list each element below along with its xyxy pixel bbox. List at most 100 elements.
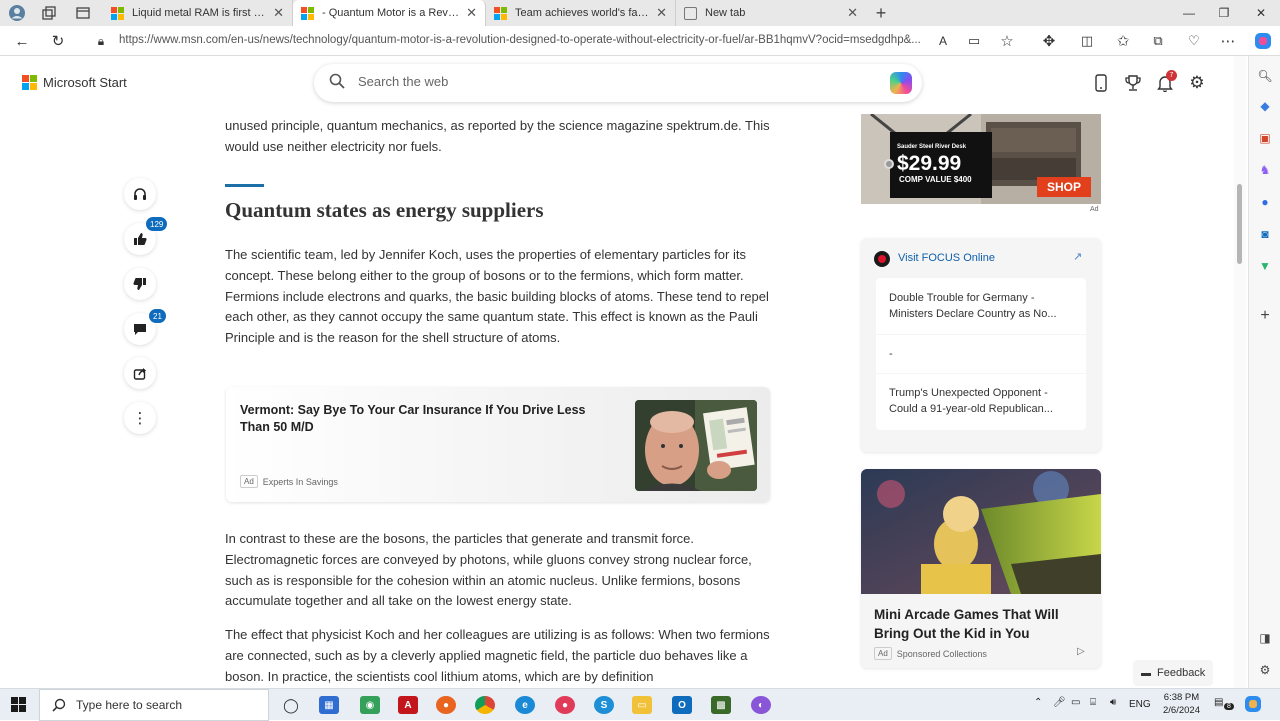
- immersive-reader-icon[interactable]: ▭: [963, 31, 985, 51]
- hide-sidebar-icon[interactable]: ◨: [1255, 628, 1275, 648]
- focus-headline[interactable]: Trump's Unexpected Opponent - Could a 91…: [876, 374, 1086, 430]
- chrome-icon[interactable]: [475, 696, 495, 714]
- extensions-icon[interactable]: ✥: [1038, 31, 1060, 51]
- search-icon: [329, 73, 345, 94]
- edge-icon[interactable]: e: [515, 696, 535, 714]
- browser-essentials-icon[interactable]: ♡: [1183, 31, 1205, 51]
- collections-icon[interactable]: ⧉: [1147, 31, 1169, 51]
- notifications-bell-icon[interactable]: 7: [1155, 70, 1177, 93]
- new-tab-button[interactable]: +: [872, 3, 890, 23]
- drop-icon[interactable]: ▼: [1255, 256, 1275, 276]
- listen-headphones-icon[interactable]: [124, 178, 156, 210]
- close-tab-icon[interactable]: ✕: [273, 5, 284, 21]
- taskbar-clock[interactable]: 6:38 PM 2/6/2024: [1163, 691, 1200, 717]
- new-tab-favicon-icon: [684, 6, 697, 20]
- show-hidden-icons-icon[interactable]: ⌃: [1034, 697, 1042, 708]
- screen-recorder-icon[interactable]: ●: [555, 696, 575, 714]
- notification-center-icon[interactable]: ▤: [1214, 697, 1223, 708]
- shop-button[interactable]: SHOP: [1037, 177, 1091, 197]
- search-icon: [52, 698, 66, 712]
- microsoft-365-icon[interactable]: ●: [1255, 192, 1275, 212]
- volume-icon[interactable]: 🔊︎: [1110, 697, 1116, 708]
- focus-headline[interactable]: Double Trouble for Germany - Ministers D…: [876, 278, 1086, 334]
- read-aloud-icon[interactable]: A: [932, 31, 954, 51]
- section-heading: Quantum states as energy suppliers: [225, 198, 544, 222]
- tab-quantum-motor[interactable]: - Quantum Motor is a Revolution ✕: [293, 0, 486, 26]
- tab-actions-icon[interactable]: [74, 4, 92, 22]
- games-icon[interactable]: ♞: [1255, 160, 1275, 180]
- store-icon[interactable]: ▦: [319, 696, 339, 714]
- dislike-thumbs-down-icon[interactable]: [124, 268, 156, 300]
- tools-icon[interactable]: ▣: [1255, 128, 1275, 148]
- ad-title[interactable]: Vermont: Say Bye To Your Car Insurance I…: [240, 402, 610, 436]
- arcade-games-card[interactable]: Mini Arcade Games That Will Bring Out th…: [861, 469, 1101, 668]
- search-input[interactable]: [358, 74, 838, 89]
- profile-avatar-icon[interactable]: [8, 4, 26, 22]
- tab-new-tab[interactable]: New tab ✕: [676, 0, 866, 26]
- desk-banner-ad[interactable]: Sauder Steel River Desk $29.99 COMP VALU…: [861, 114, 1101, 204]
- windows-start-icon[interactable]: [11, 697, 27, 718]
- arcade-card-title[interactable]: Mini Arcade Games That Will Bring Out th…: [874, 605, 1089, 643]
- workspaces-icon[interactable]: [40, 4, 58, 22]
- chat-icon[interactable]: ◯: [281, 696, 301, 714]
- taskbar-search-box[interactable]: Type here to search: [39, 689, 269, 721]
- section-divider: [225, 184, 264, 187]
- language-indicator[interactable]: ENG: [1129, 699, 1151, 710]
- minimize-button[interactable]: —: [1172, 0, 1206, 26]
- copilot-sidebar-icon[interactable]: [1252, 31, 1274, 51]
- web-search-box[interactable]: [314, 64, 922, 102]
- clock-date: 2/6/2024: [1163, 705, 1200, 716]
- close-tab-icon[interactable]: ✕: [466, 5, 477, 21]
- favorites-icon[interactable]: ✩: [1112, 31, 1134, 51]
- file-explorer-icon[interactable]: ▭: [632, 696, 652, 714]
- arcade-image: [861, 469, 1101, 594]
- split-screen-icon[interactable]: ◫: [1076, 31, 1098, 51]
- refresh-button[interactable]: ↻: [47, 31, 69, 51]
- outlook-icon[interactable]: O: [672, 696, 692, 714]
- maximize-button[interactable]: ❐: [1207, 0, 1241, 26]
- carousel-dot-icon: [884, 159, 894, 169]
- outlook-icon[interactable]: ◙: [1255, 224, 1275, 244]
- settings-gear-icon[interactable]: ⚙: [1187, 73, 1207, 93]
- inline-sponsored-ad[interactable]: Vermont: Say Bye To Your Car Insurance I…: [226, 387, 770, 502]
- visit-focus-link[interactable]: Visit FOCUS Online: [898, 252, 995, 264]
- shopping-tag-icon[interactable]: ◆: [1255, 96, 1275, 116]
- network-icon[interactable]: ⌸: [1090, 697, 1096, 708]
- wechat-icon[interactable]: ◉: [360, 696, 380, 714]
- app-icon[interactable]: ◐: [751, 696, 771, 714]
- tab-liquid-metal[interactable]: Liquid metal RAM is first step tow ✕: [103, 0, 293, 26]
- skype-icon[interactable]: S: [594, 696, 614, 714]
- copilot-taskbar-icon[interactable]: [1244, 695, 1262, 716]
- back-button[interactable]: ←: [11, 31, 33, 51]
- feedback-button[interactable]: ▬ Feedback: [1133, 660, 1213, 686]
- page-scrollbar[interactable]: [1234, 56, 1246, 688]
- add-sidebar-app-icon[interactable]: +: [1255, 306, 1275, 326]
- lock-icon[interactable]: 🔒︎: [90, 31, 112, 51]
- firefox-icon[interactable]: ●: [436, 696, 456, 714]
- share-icon[interactable]: [124, 357, 156, 389]
- external-link-icon[interactable]: ↗: [1073, 250, 1082, 263]
- microphone-icon[interactable]: 🎤︎: [1053, 697, 1066, 708]
- ad-image[interactable]: [635, 400, 757, 491]
- more-menu-icon[interactable]: ⋯: [1217, 31, 1239, 51]
- search-icon[interactable]: 🔍︎: [1255, 66, 1275, 86]
- battery-icon[interactable]: ▭: [1071, 697, 1080, 708]
- minecraft-icon[interactable]: ▩: [711, 696, 731, 714]
- focus-headline[interactable]: -: [876, 335, 1086, 373]
- scroll-thumb[interactable]: [1237, 184, 1242, 264]
- mobile-app-icon[interactable]: [1091, 73, 1111, 93]
- acrobat-icon[interactable]: A: [398, 696, 418, 714]
- favorite-star-icon[interactable]: ☆: [996, 31, 1018, 51]
- close-tab-icon[interactable]: ✕: [847, 5, 858, 21]
- more-options-icon[interactable]: ⋮: [124, 402, 156, 434]
- url-field[interactable]: https://www.msn.com/en-us/news/technolog…: [119, 34, 921, 46]
- microsoft-start-logo[interactable]: Microsoft Start: [22, 75, 127, 90]
- copilot-icon[interactable]: [890, 72, 912, 94]
- focus-online-card: Visit FOCUS Online ↗ Double Trouble for …: [861, 238, 1101, 452]
- close-window-button[interactable]: ✕: [1244, 0, 1278, 26]
- rewards-trophy-icon[interactable]: [1123, 73, 1143, 93]
- sidebar-settings-icon[interactable]: ⚙: [1255, 660, 1275, 680]
- close-tab-icon[interactable]: ✕: [656, 5, 667, 21]
- adchoices-icon[interactable]: ▷: [1077, 646, 1085, 657]
- tab-team-achieves[interactable]: Team achieves world's fastest da ✕: [486, 0, 676, 26]
